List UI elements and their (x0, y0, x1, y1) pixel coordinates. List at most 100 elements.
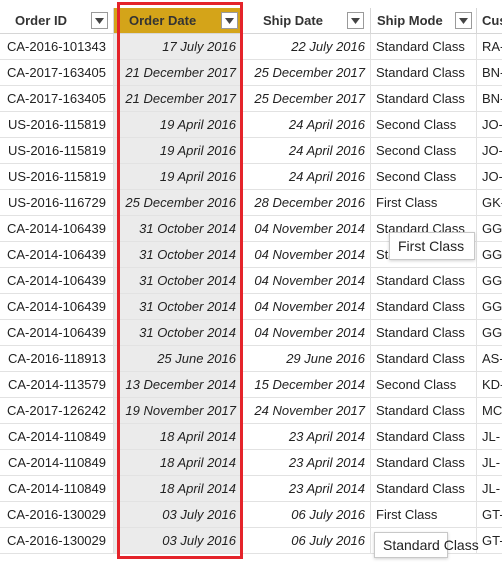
cell-ship-mode[interactable]: Standard Class (371, 346, 477, 372)
cell-ship-date[interactable]: 15 December 2014 (243, 372, 371, 398)
cell-order-id[interactable]: CA-2016-130029 (0, 502, 114, 528)
cell-order-date[interactable]: 19 April 2016 (114, 112, 243, 138)
column-header-order-id[interactable]: Order ID (0, 8, 114, 34)
cell-customer[interactable]: JO- (477, 112, 502, 138)
cell-order-date[interactable]: 31 October 2014 (114, 242, 243, 268)
table-row[interactable]: CA-2017-126242 19 November 2017 24 Novembe… (0, 398, 502, 424)
cell-order-date[interactable]: 18 April 2014 (114, 450, 243, 476)
table-row[interactable]: CA-2014-106439 31 October 2014 04 November… (0, 268, 502, 294)
cell-order-date[interactable]: 19 April 2016 (114, 164, 243, 190)
cell-ship-mode[interactable]: Second Class (371, 112, 477, 138)
cell-ship-date[interactable]: 23 April 2014 (243, 424, 371, 450)
cell-customer[interactable]: BN- (477, 86, 502, 112)
cell-customer[interactable]: JL- (477, 424, 502, 450)
filter-dropdown-icon[interactable] (221, 12, 238, 29)
cell-customer[interactable]: AS- (477, 346, 502, 372)
column-header-order-date[interactable]: Order Date (114, 8, 243, 34)
cell-order-id[interactable]: US-2016-115819 (0, 112, 114, 138)
cell-order-date[interactable]: 19 April 2016 (114, 138, 243, 164)
cell-ship-date[interactable]: 29 June 2016 (243, 346, 371, 372)
cell-customer[interactable]: GG (477, 216, 502, 242)
table-row[interactable]: CA-2014-106439 31 October 2014 04 November… (0, 294, 502, 320)
cell-order-id[interactable]: CA-2014-106439 (0, 216, 114, 242)
cell-ship-date[interactable]: 22 July 2016 (243, 34, 371, 60)
cell-order-id[interactable]: CA-2014-110849 (0, 476, 114, 502)
cell-customer[interactable]: JO- (477, 164, 502, 190)
cell-order-date[interactable]: 31 October 2014 (114, 216, 243, 242)
cell-ship-mode[interactable]: Standard Class (371, 320, 477, 346)
cell-order-date[interactable]: 17 July 2016 (114, 34, 243, 60)
cell-ship-date[interactable]: 04 November 2014 (243, 294, 371, 320)
cell-order-date[interactable]: 21 December 2017 (114, 60, 243, 86)
table-row[interactable]: CA-2016-13002903 July 201606 July 2016Fi… (0, 502, 502, 528)
cell-ship-date[interactable]: 04 November 2014 (243, 216, 371, 242)
cell-ship-mode[interactable]: First Class (371, 502, 477, 528)
table-row[interactable]: US-2016-115819 19 April 2016 24 April 2016… (0, 112, 502, 138)
cell-order-id[interactable]: CA-2014-110849 (0, 450, 114, 476)
cell-ship-mode[interactable]: Standard Class (371, 34, 477, 60)
filter-dropdown-icon[interactable] (91, 12, 108, 29)
cell-ship-date[interactable]: 28 December 2016 (243, 190, 371, 216)
cell-customer[interactable]: GG (477, 294, 502, 320)
cell-order-id[interactable]: CA-2014-113579 (0, 372, 114, 398)
cell-customer[interactable]: JL- (477, 476, 502, 502)
cell-ship-mode[interactable]: Standard Class (371, 268, 477, 294)
cell-ship-date[interactable]: 24 April 2016 (243, 138, 371, 164)
cell-ship-mode[interactable]: Standard Class (371, 476, 477, 502)
cell-order-id[interactable]: CA-2017-126242 (0, 398, 114, 424)
cell-customer[interactable]: MC (477, 398, 502, 424)
cell-ship-date[interactable]: 24 November 2017 (243, 398, 371, 424)
cell-order-id[interactable]: CA-2017-163405 (0, 60, 114, 86)
cell-order-id[interactable]: US-2016-115819 (0, 164, 114, 190)
cell-ship-date[interactable]: 24 April 2016 (243, 112, 371, 138)
table-row[interactable]: CA-2014-110849 18 April 2014 23 April 2014… (0, 424, 502, 450)
cell-order-date[interactable]: 21 December 2017 (114, 86, 243, 112)
column-header-ship-mode[interactable]: Ship Mode (371, 8, 477, 34)
cell-order-date[interactable]: 03 July 2016 (114, 528, 243, 554)
cell-order-date[interactable]: 18 April 2014 (114, 476, 243, 502)
cell-customer[interactable]: KD- (477, 372, 502, 398)
cell-order-id[interactable]: US-2016-115819 (0, 138, 114, 164)
table-row[interactable]: CA-2014-110849 18 April 2014 23 April 2014… (0, 450, 502, 476)
cell-order-date[interactable]: 03 July 2016 (114, 502, 243, 528)
cell-ship-date[interactable]: 25 December 2017 (243, 86, 371, 112)
column-header-ship-date[interactable]: Ship Date (243, 8, 371, 34)
cell-ship-date[interactable]: 04 November 2014 (243, 242, 371, 268)
cell-order-id[interactable]: CA-2014-106439 (0, 320, 114, 346)
cell-order-id[interactable]: CA-2014-106439 (0, 242, 114, 268)
cell-order-date[interactable]: 25 December 2016 (114, 190, 243, 216)
cell-ship-mode[interactable]: Standard Class (371, 60, 477, 86)
cell-customer[interactable]: GT- (477, 502, 502, 528)
column-header-customer[interactable]: Cus (477, 8, 502, 34)
filter-dropdown-icon[interactable] (347, 12, 364, 29)
cell-ship-date[interactable]: 23 April 2014 (243, 476, 371, 502)
cell-ship-date[interactable]: 24 April 2016 (243, 164, 371, 190)
cell-customer[interactable]: RA- (477, 34, 502, 60)
cell-ship-mode[interactable]: Standard Class (371, 398, 477, 424)
table-row[interactable]: CA-2014-113579 13 December 2014 15 Decembe… (0, 372, 502, 398)
cell-ship-mode[interactable]: Second Class (371, 138, 477, 164)
cell-customer[interactable]: JO- (477, 138, 502, 164)
cell-order-id[interactable]: CA-2016-101343 (0, 34, 114, 60)
cell-customer[interactable]: GT- (477, 528, 502, 554)
table-row[interactable]: US-2016-115819 19 April 2016 24 April 2016… (0, 138, 502, 164)
cell-order-id[interactable]: CA-2017-163405 (0, 86, 114, 112)
cell-ship-mode[interactable]: Second Class (371, 372, 477, 398)
cell-customer[interactable]: GG (477, 242, 502, 268)
table-row[interactable]: CA-2016-118913 25 June 2016 29 June 2016 St… (0, 346, 502, 372)
table-row[interactable]: CA-2014-110849 18 April 2014 23 April 2014… (0, 476, 502, 502)
cell-ship-date[interactable]: 23 April 2014 (243, 450, 371, 476)
cell-customer[interactable]: GG (477, 268, 502, 294)
cell-order-id[interactable]: US-2016-116729 (0, 190, 114, 216)
table-row[interactable]: US-2016-115819 19 April 2016 24 April 2016… (0, 164, 502, 190)
table-row[interactable]: CA-2017-163405 21 December 2017 25 Decembe… (0, 86, 502, 112)
cell-order-id[interactable]: CA-2014-106439 (0, 268, 114, 294)
cell-order-date[interactable]: 31 October 2014 (114, 268, 243, 294)
cell-customer[interactable]: GG (477, 320, 502, 346)
cell-ship-date[interactable]: 04 November 2014 (243, 320, 371, 346)
cell-ship-mode[interactable]: Standard Class (371, 294, 477, 320)
cell-ship-mode[interactable]: First Class (371, 190, 477, 216)
cell-order-date[interactable]: 19 November 2017 (114, 398, 243, 424)
cell-order-date[interactable]: 31 October 2014 (114, 320, 243, 346)
cell-order-date[interactable]: 13 December 2014 (114, 372, 243, 398)
